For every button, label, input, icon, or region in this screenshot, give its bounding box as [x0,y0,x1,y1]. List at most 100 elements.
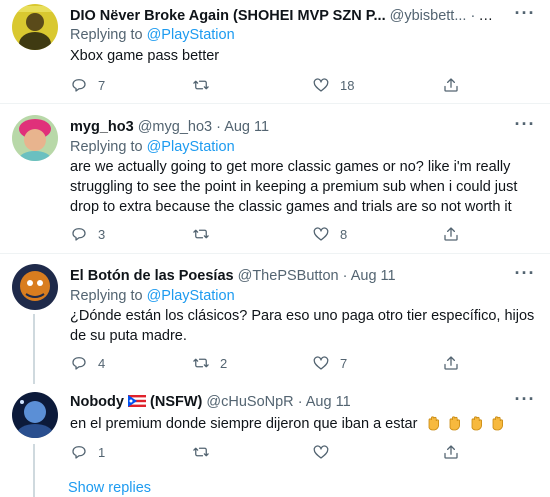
replying-to: Replying to @PlayStation [70,137,235,157]
user-handle[interactable]: @cHuSoNpR [206,394,293,410]
reply-icon [72,357,86,370]
thread-line [33,444,35,497]
tweet-body: en el premium donde siempre dijeron que … [70,414,540,434]
puerto-rico-flag-icon [128,395,146,407]
hand-emoji-icon [471,416,482,431]
avatar-image [12,392,58,438]
reply-count: 4 [98,355,106,371]
tweet-3[interactable]: El Botón de las Poesías @ThePSButton · A… [0,254,550,384]
thread-line [33,314,35,384]
hand-emoji-icon [429,416,440,431]
tweet-date[interactable]: Aug 11 [351,268,396,284]
tweet-text: ¿Dónde están los clásicos? Para eso uno … [70,308,535,344]
share-button[interactable] [442,224,460,244]
retweet-button[interactable] [192,224,220,244]
tweet-header: El Botón de las Poesías @ThePSButton · A… [70,266,502,286]
tweet-text: en el premium donde siempre dijeron que … [70,416,418,432]
display-name[interactable]: DIO Nëver Broke Again (SHOHEI MVP SZN P.… [70,8,386,24]
more-options-icon[interactable]: ··· [514,390,536,412]
tweet-text: are we actually going to get more classi… [70,159,518,215]
tweet-2[interactable]: myg_ho3 @myg_ho3 · Aug 11 ··· Replying t… [0,104,550,253]
avatar[interactable] [12,115,58,161]
more-options-icon[interactable]: ··· [514,264,536,286]
avatar[interactable] [12,392,58,438]
reply-button[interactable]: 3 [70,224,105,244]
reply-count: 1 [98,444,106,460]
hand-emoji-icon [450,416,461,431]
user-handle[interactable]: @ThePSButton [238,268,339,284]
like-button[interactable]: 7 [312,353,347,373]
separator: · [216,119,221,135]
tweet-date[interactable]: Aug 11 [306,394,351,410]
heart-icon [313,445,329,459]
avatar-image [12,115,58,161]
reply-icon [72,446,86,459]
hand-emoji-icon [492,416,503,431]
user-handle[interactable]: @ybisbett... [390,8,467,24]
replying-to-link[interactable]: @PlayStation [147,139,235,155]
reply-button[interactable]: 7 [70,75,105,95]
like-count: 7 [340,355,348,371]
retweet-count: 2 [220,355,228,371]
display-name[interactable]: El Botón de las Poesías [70,268,234,284]
replying-to-label: Replying to [70,288,143,304]
separator: · [297,394,303,410]
replying-to-label: Replying to [70,27,143,43]
share-button[interactable] [442,353,460,373]
like-button[interactable]: 8 [312,224,347,244]
display-name[interactable]: myg_ho3 [70,119,134,135]
more-options-icon[interactable]: ··· [514,115,536,137]
share-icon [444,78,458,92]
display-name[interactable]: Nobody [70,394,124,410]
avatar-image [12,4,58,50]
tweet-actions: 1 [70,442,470,462]
tweet-date[interactable]: Aug 11 [479,8,502,24]
tweet-date[interactable]: Aug 11 [224,119,269,135]
share-icon [444,227,458,241]
replying-to-link[interactable]: @PlayStation [147,27,235,43]
replying-to-link[interactable]: @PlayStation [147,288,235,304]
replying-to-label: Replying to [70,139,143,155]
emoji-group [424,416,504,432]
tweet-header: DIO Nëver Broke Again (SHOHEI MVP SZN P.… [70,6,502,26]
tweet-header: Nobody (NSFW) @cHuSoNpR · Aug 11 [70,392,502,412]
retweet-icon [193,358,209,368]
share-icon [444,356,458,370]
reply-icon [72,228,86,241]
show-replies-link[interactable]: Show replies [68,479,151,497]
retweet-icon [193,447,209,457]
share-icon [444,445,458,459]
tweet-actions: 3 8 [70,224,470,244]
reply-count: 3 [98,226,106,242]
share-button[interactable] [442,75,460,95]
avatar[interactable] [12,4,58,50]
replying-to: Replying to @PlayStation [70,286,235,306]
tweet-actions: 4 2 7 [70,353,470,373]
like-button[interactable] [312,442,340,462]
retweet-button[interactable] [192,442,220,462]
reply-count: 7 [98,77,106,93]
display-name-suffix[interactable]: (NSFW) [150,394,202,410]
reply-button[interactable]: 1 [70,442,105,462]
avatar[interactable] [12,264,58,310]
user-handle[interactable]: @myg_ho3 [138,119,212,135]
retweet-icon [193,229,209,239]
retweet-button[interactable]: 2 [192,353,227,373]
reply-button[interactable]: 4 [70,353,105,373]
tweet-1[interactable]: DIO Nëver Broke Again (SHOHEI MVP SZN P.… [0,0,550,103]
separator: · [342,268,348,284]
more-options-icon[interactable]: ··· [514,4,536,26]
separator: · [470,8,476,24]
tweet-header: myg_ho3 @myg_ho3 · Aug 11 [70,117,502,137]
retweet-icon [193,80,209,90]
heart-icon [313,356,329,370]
like-button[interactable]: 18 [312,75,354,95]
reply-icon [72,79,86,92]
avatar-image [12,264,58,310]
tweet-text: Xbox game pass better [70,48,220,64]
like-count: 18 [340,77,355,93]
replying-to: Replying to @PlayStation [70,25,235,45]
share-button[interactable] [442,442,460,462]
like-count: 8 [340,226,348,242]
retweet-button[interactable] [192,75,220,95]
